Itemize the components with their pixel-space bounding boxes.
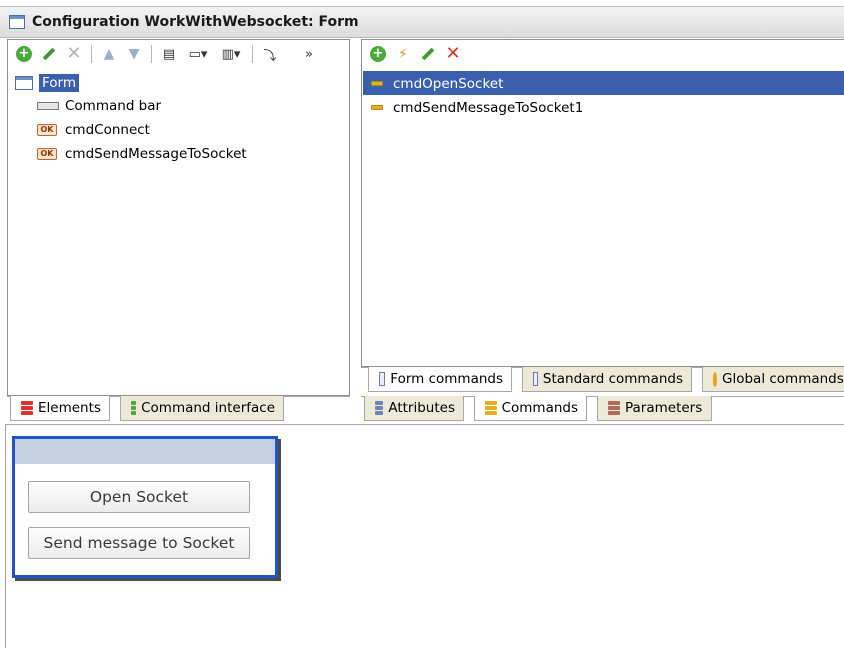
tab-parameters[interactable]: Parameters — [597, 396, 712, 421]
command-bar-icon — [37, 102, 59, 110]
link-icon[interactable]: ⤵ — [259, 43, 281, 65]
toolbar-separator — [91, 45, 92, 63]
tab-elements[interactable]: Elements — [10, 396, 110, 421]
window-title: Configuration WorkWithWebsocket: Form — [32, 14, 359, 30]
tab-standard-commands-label: Standard commands — [542, 371, 683, 387]
display-icon[interactable]: ▭▾ — [183, 43, 213, 65]
tab-parameters-label: Parameters — [625, 400, 703, 416]
tab-global-commands[interactable]: Global commands — [702, 367, 844, 392]
title-bar: Configuration WorkWithWebsocket: Form — [0, 6, 844, 38]
add-icon[interactable]: + — [367, 43, 389, 65]
move-up-icon[interactable]: ▲ — [98, 43, 120, 65]
tab-global-commands-label: Global commands — [722, 371, 844, 387]
tab-command-interface-label: Command interface — [141, 400, 275, 416]
command-icon — [371, 81, 383, 86]
delete-icon[interactable]: ✕ — [442, 43, 464, 65]
tab-commands[interactable]: Commands — [474, 396, 587, 421]
tab-form-commands-label: Form commands — [390, 371, 503, 387]
toolbar-separator — [252, 45, 253, 63]
form-preview-header — [15, 439, 275, 464]
parameters-icon — [608, 400, 620, 416]
attributes-icon — [375, 400, 384, 416]
tree-root-form[interactable]: Form — [39, 74, 80, 92]
elements-toolbar: + ✕ ▲ ▼ ▤ ▭▾ ▥▾ ⤵ » — [8, 40, 349, 68]
command-item-send-message[interactable]: cmdSendMessageToSocket1 — [393, 100, 583, 116]
tab-attributes[interactable]: Attributes — [364, 396, 464, 421]
command-icon — [371, 105, 383, 110]
button-icon: OK — [37, 124, 57, 136]
tree-item-command-bar[interactable]: Command bar — [65, 98, 161, 114]
move-down-icon[interactable]: ▼ — [123, 43, 145, 65]
command-interface-icon — [131, 400, 137, 416]
tab-commands-label: Commands — [501, 400, 578, 416]
form-icon[interactable]: ▤ — [158, 43, 180, 65]
tab-elements-label: Elements — [38, 400, 101, 416]
commands-toolbar: + ⚡ ✕ — [362, 40, 844, 68]
global-commands-icon — [713, 371, 717, 387]
elements-icon — [21, 400, 33, 416]
tab-standard-commands[interactable]: Standard commands — [522, 367, 692, 392]
tab-attributes-label: Attributes — [388, 400, 455, 416]
send-message-button[interactable]: Send message to Socket — [28, 527, 250, 559]
command-item-open-socket[interactable]: cmdOpenSocket — [393, 76, 503, 92]
open-socket-button[interactable]: Open Socket — [28, 481, 250, 513]
form-preview: Open Socket Send message to Socket — [12, 436, 278, 578]
commands-pane: + ⚡ ✕ cmdOpenSocket cmdSendMessageToSock… — [361, 39, 844, 367]
elements-pane: + ✕ ▲ ▼ ▤ ▭▾ ▥▾ ⤵ » Form Command bar OK … — [7, 39, 350, 396]
more-icon[interactable]: » — [298, 43, 320, 65]
layout-icon[interactable]: ▥▾ — [216, 43, 246, 65]
edit-icon[interactable] — [417, 43, 439, 65]
form-commands-icon — [379, 372, 386, 386]
add-icon[interactable]: + — [13, 43, 35, 65]
add-item-icon[interactable]: ⚡ — [392, 43, 414, 65]
commands-icon — [485, 400, 497, 416]
edit-icon[interactable] — [38, 43, 60, 65]
form-node-icon — [15, 76, 33, 90]
standard-commands-icon — [533, 372, 538, 386]
delete-icon[interactable]: ✕ — [63, 43, 85, 65]
button-icon: OK — [37, 148, 57, 160]
toolbar-separator — [151, 45, 152, 63]
tree-item-cmdconnect[interactable]: cmdConnect — [65, 122, 150, 138]
form-window-icon — [9, 15, 25, 29]
tab-form-commands[interactable]: Form commands — [368, 367, 512, 392]
tab-command-interface[interactable]: Command interface — [120, 396, 284, 421]
tree-item-cmdsendmessage[interactable]: cmdSendMessageToSocket — [65, 146, 247, 162]
